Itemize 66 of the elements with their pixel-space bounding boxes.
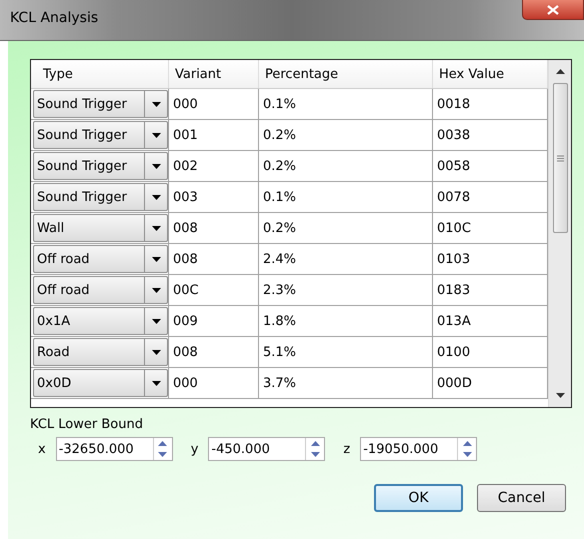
spin-up-icon [462,441,472,446]
window-title: KCL Analysis [10,10,98,26]
scroll-up-icon [556,69,564,74]
spin-up-icon [158,441,168,446]
caret-icon [152,102,160,106]
scroll-down-icon [556,393,564,398]
caret-icon [152,164,160,168]
axis-label: y [190,442,198,456]
type-dropdown[interactable]: Road [33,338,168,366]
table-cell: 0.1% [259,182,433,212]
table-cell: 003 [169,182,259,212]
group-label: KCL Lower Bound [30,417,143,432]
scrollbar[interactable] [548,60,571,407]
close-icon [547,4,559,14]
column-header[interactable]: Percentage [259,60,433,88]
caret-icon [152,194,160,200]
dialog-button[interactable]: OK [374,484,463,512]
table-cell: 00C [169,275,259,305]
caret-icon [152,226,160,230]
caret-icon [152,350,160,354]
type-dropdown[interactable]: Off road [33,245,168,273]
table-cell: 008 [169,337,259,367]
scroll-thumb[interactable] [552,83,568,233]
caret-icon [152,288,160,292]
axis-label: x [38,442,46,456]
type-dropdown[interactable]: Sound Trigger [33,90,168,118]
caret-icon [152,318,160,324]
type-dropdown[interactable]: 0x0D [33,369,168,397]
table-cell: 2.4% [259,244,433,274]
type-dropdown[interactable]: Sound Trigger [33,152,168,180]
type-dropdown[interactable]: Sound Trigger [33,183,168,211]
table-cell: 0.2% [259,120,433,150]
table-cell: 008 [169,244,259,274]
table-cell: 009 [169,306,259,336]
table-cell: 000 [169,368,259,398]
column-header[interactable]: Variant [169,60,259,88]
table-cell: 002 [169,151,259,181]
type-dropdown[interactable]: Sound Trigger [33,121,168,149]
table-cell: 000 [169,89,259,119]
table-cell: 3.7% [259,368,433,398]
number-field[interactable]: -19050.000 [360,437,478,461]
grip-icon [556,154,564,162]
table-cell: 001 [169,120,259,150]
column-header[interactable]: Type [31,60,169,88]
table-cell: 008 [169,213,259,243]
spin-down-icon [462,452,472,457]
table-cell: 2.3% [259,275,433,305]
type-dropdown[interactable]: Wall [33,214,168,242]
table-cell: 1.8% [259,306,433,336]
number-field[interactable]: -32650.000 [56,437,173,461]
caret-icon [152,132,160,138]
type-dropdown[interactable]: 0x1A [33,307,168,335]
dialog-button[interactable]: Cancel [477,484,566,512]
table-cell: 0.2% [259,213,433,243]
caret-icon [152,380,160,386]
spin-down-icon [158,452,168,457]
axis-label: z [343,442,350,456]
table-cell: 5.1% [259,337,433,367]
number-field[interactable]: -450.000 [208,437,326,461]
spin-up-icon [310,441,320,446]
spin-down-icon [310,452,320,457]
table-cell: 0.1% [259,89,433,119]
close-button[interactable] [522,0,584,20]
table-cell: 0.2% [259,151,433,181]
type-dropdown[interactable]: Off road [33,276,168,304]
caret-icon [152,256,160,262]
